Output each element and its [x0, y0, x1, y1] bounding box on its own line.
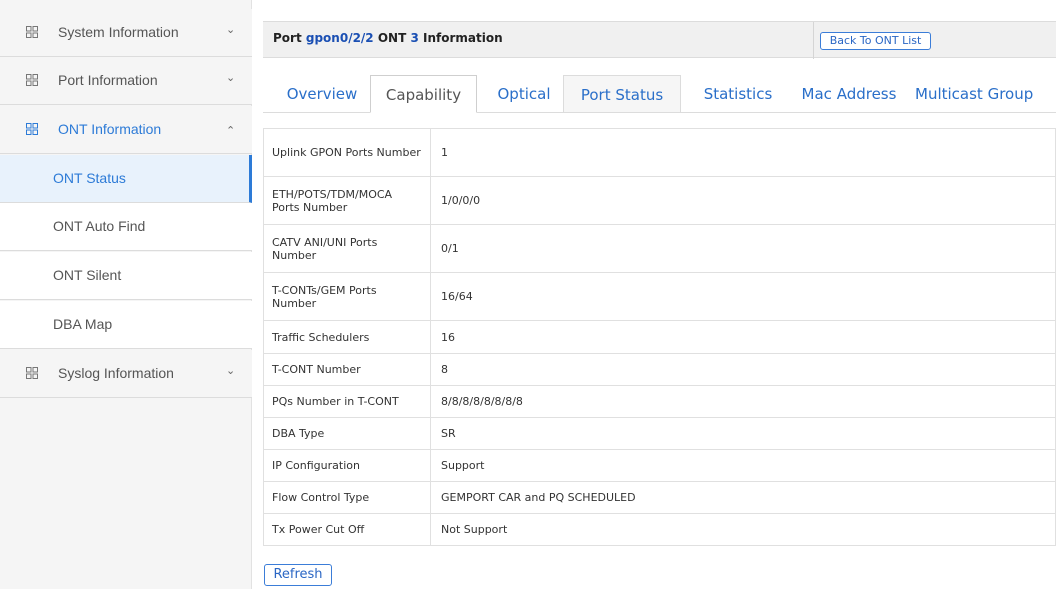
row-key: Tx Power Cut Off [263, 513, 431, 546]
tab-mac-address[interactable]: Mac Address [791, 75, 907, 113]
row-value: Not Support [430, 513, 1056, 546]
tab-capability[interactable]: Capability [370, 75, 477, 113]
row-value: Support [430, 449, 1056, 482]
table-row: T-CONTs/GEM Ports Number 16/64 [263, 272, 1056, 321]
back-to-ont-list-button[interactable]: Back To ONT List [820, 32, 931, 50]
sidebar-group-label: Syslog Information [58, 365, 174, 381]
sidebar-group-label: Port Information [58, 72, 158, 88]
table-row: ETH/POTS/TDM/MOCA Ports Number 1/0/0/0 [263, 176, 1056, 225]
header-divider [813, 22, 814, 59]
grid-icon [26, 367, 38, 379]
row-value: 0/1 [430, 224, 1056, 273]
chevron-up-icon: ⌃ [226, 125, 236, 137]
row-key: DBA Type [263, 417, 431, 450]
sidebar-group-ont-information[interactable]: ONT Information ⌃ [0, 106, 252, 154]
page-title: Port gpon0/2/2 ONT 3 Information [273, 31, 503, 45]
table-row: CATV ANI/UNI Ports Number 0/1 [263, 224, 1056, 273]
sidebar-item-dba-map[interactable]: DBA Map [0, 301, 252, 349]
table-row: Flow Control Type GEMPORT CAR and PQ SCH… [263, 481, 1056, 514]
chevron-down-icon: ⌄ [226, 72, 236, 84]
sidebar-item-label: ONT Silent [53, 267, 122, 283]
sidebar-group-syslog-information[interactable]: Syslog Information ⌄ [0, 350, 252, 398]
grid-icon [26, 74, 38, 86]
tab-multicast-group[interactable]: Multicast Group [915, 75, 1056, 113]
sidebar-item-ont-auto-find[interactable]: ONT Auto Find [0, 203, 252, 251]
sidebar-item-label: ONT Status [53, 170, 126, 186]
row-key: Traffic Schedulers [263, 320, 431, 354]
row-value: GEMPORT CAR and PQ SCHEDULED [430, 481, 1056, 514]
row-key: ETH/POTS/TDM/MOCA Ports Number [263, 176, 431, 225]
row-key: Flow Control Type [263, 481, 431, 514]
table-row: PQs Number in T-CONT 8/8/8/8/8/8/8/8 [263, 385, 1056, 418]
refresh-button[interactable]: Refresh [264, 564, 332, 586]
table-row: Tx Power Cut Off Not Support [263, 513, 1056, 546]
row-value: 1/0/0/0 [430, 176, 1056, 225]
capability-table: Uplink GPON Ports Number 1 ETH/POTS/TDM/… [263, 128, 1056, 546]
sidebar-item-ont-status[interactable]: ONT Status [0, 155, 252, 203]
title-prefix: Port [273, 31, 306, 45]
title-mid: ONT [373, 31, 411, 45]
sidebar-item-ont-silent[interactable]: ONT Silent [0, 252, 252, 300]
chevron-down-icon: ⌄ [226, 24, 236, 36]
grid-icon [26, 123, 38, 135]
table-row: Uplink GPON Ports Number 1 [263, 128, 1056, 177]
row-value: 1 [430, 128, 1056, 177]
row-key: T-CONT Number [263, 353, 431, 386]
table-row: T-CONT Number 8 [263, 353, 1056, 386]
title-suffix: Information [418, 31, 503, 45]
sidebar-group-system-information[interactable]: System Information ⌄ [0, 9, 252, 57]
table-row: DBA Type SR [263, 417, 1056, 450]
tab-port-status[interactable]: Port Status [563, 75, 681, 113]
sidebar-item-label: DBA Map [53, 316, 113, 332]
tab-statistics[interactable]: Statistics [685, 75, 791, 113]
row-key: PQs Number in T-CONT [263, 385, 431, 418]
port-link: gpon0/2/2 [305, 31, 374, 45]
row-value: SR [430, 417, 1056, 450]
table-row: Traffic Schedulers 16 [263, 320, 1056, 354]
tab-overview[interactable]: Overview [272, 75, 372, 113]
row-value: 16/64 [430, 272, 1056, 321]
sidebar-item-label: ONT Auto Find [53, 218, 146, 234]
grid-icon [26, 26, 38, 38]
row-value: 8 [430, 353, 1056, 386]
table-row: IP Configuration Support [263, 449, 1056, 482]
row-key: CATV ANI/UNI Ports Number [263, 224, 431, 273]
sidebar: System Information ⌄ Port Information ⌄ … [0, 0, 252, 589]
row-key: IP Configuration [263, 449, 431, 482]
chevron-down-icon: ⌄ [226, 365, 236, 377]
ont-id: 3 [410, 31, 419, 45]
ont-info-header: Port gpon0/2/2 ONT 3 Information Back To… [263, 21, 1056, 59]
row-key: Uplink GPON Ports Number [263, 128, 431, 177]
row-value: 16 [430, 320, 1056, 354]
tab-bar: Overview Capability Optical Port Status … [263, 75, 1056, 113]
row-key: T-CONTs/GEM Ports Number [263, 272, 431, 321]
row-value: 8/8/8/8/8/8/8/8 [430, 385, 1056, 418]
sidebar-group-label: System Information [58, 24, 179, 40]
sidebar-group-label: ONT Information [58, 121, 162, 137]
tab-optical[interactable]: Optical [481, 75, 567, 113]
sidebar-group-port-information[interactable]: Port Information ⌄ [0, 57, 252, 105]
